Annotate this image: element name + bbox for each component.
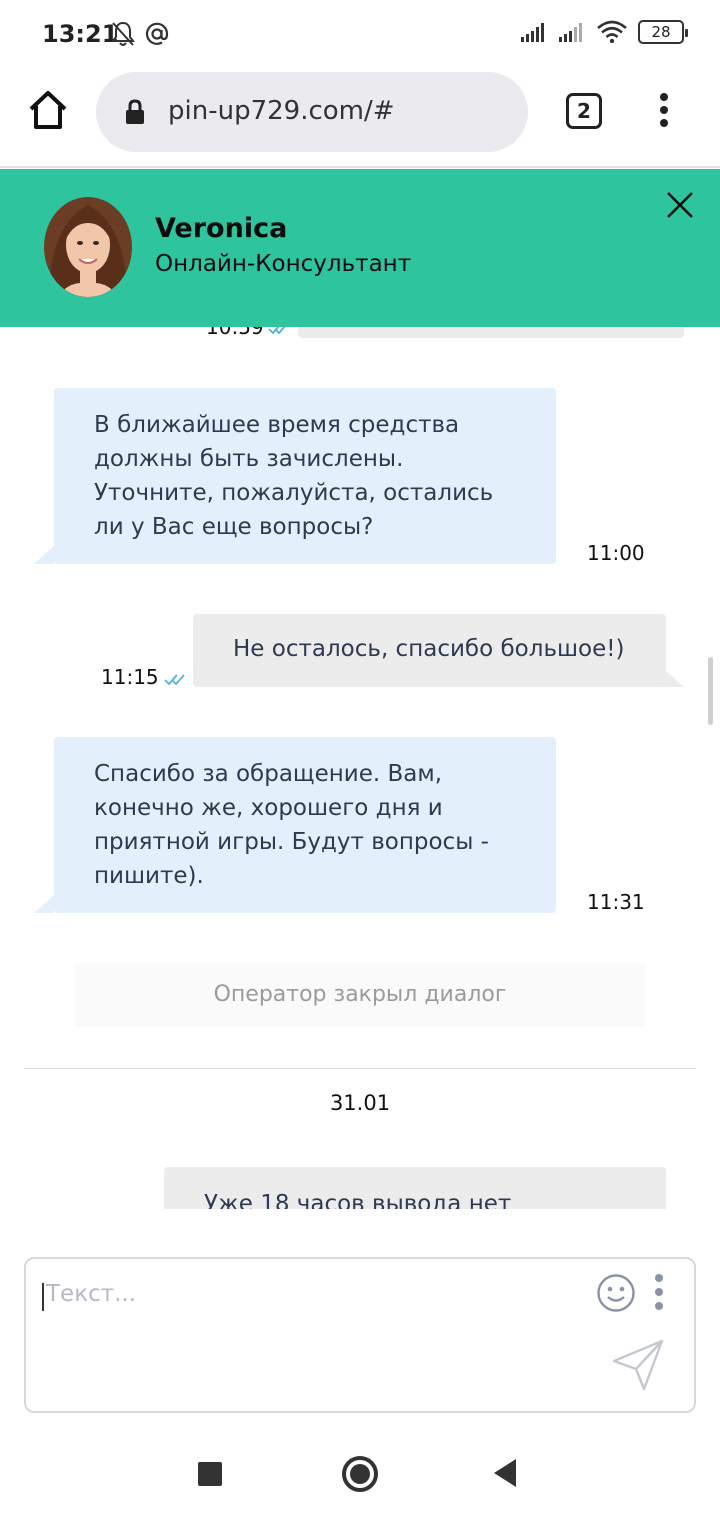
menu-dot <box>660 119 668 127</box>
browser-toolbar: pin-up729.com/# 2 <box>0 70 720 168</box>
message-input[interactable]: Текст... <box>24 1257 696 1413</box>
input-placeholder: Текст... <box>46 1281 137 1307</box>
status-notification-icons <box>110 20 170 48</box>
close-icon[interactable] <box>666 191 694 219</box>
menu-dot <box>660 106 668 114</box>
bubble-tail <box>34 546 54 564</box>
divider <box>24 1068 696 1069</box>
at-sign-icon <box>145 22 169 45</box>
recents-button[interactable] <box>198 1462 222 1486</box>
message-incoming: Спасибо за обращение. Вам, конечно же, х… <box>54 737 556 913</box>
tab-switcher-button[interactable]: 2 <box>566 93 602 129</box>
menu-dot <box>655 1288 663 1296</box>
message-incoming: В ближайшее время средства должны быть з… <box>54 388 556 564</box>
agent-role: Онлайн-Консультант <box>155 251 412 277</box>
address-bar[interactable]: pin-up729.com/# <box>96 72 528 152</box>
status-bar: 13:21 28 <box>0 0 720 70</box>
chat-header: Veronica Онлайн-Консультант <box>0 169 720 327</box>
send-icon[interactable] <box>610 1337 666 1393</box>
message-list[interactable]: 10:59 В ближайшее время средства должны … <box>0 327 720 1209</box>
message-time: 11:31 <box>587 890 645 914</box>
url-text: pin-up729.com/# <box>168 96 395 126</box>
more-options-button[interactable] <box>652 1271 666 1317</box>
date-separator: 31.01 <box>329 1091 391 1115</box>
message-outgoing: Уже 18 часов вывода нет <box>164 1167 666 1209</box>
read-check-icon <box>164 674 185 686</box>
wifi-icon <box>597 20 627 44</box>
signal-icon-2 <box>559 23 582 42</box>
lock-icon <box>126 99 144 124</box>
status-time: 13:21 <box>42 20 119 48</box>
agent-name: Veronica <box>155 213 288 244</box>
emoji-icon[interactable] <box>596 1273 636 1313</box>
browser-menu-button[interactable] <box>650 90 678 134</box>
signal-icon <box>521 23 544 42</box>
message-outgoing: Не осталось, спасибо большое!) <box>193 614 666 687</box>
battery-indicator: 28 <box>638 20 688 44</box>
menu-dot <box>655 1274 663 1282</box>
bell-muted-icon <box>111 21 135 46</box>
message-outgoing <box>298 327 684 338</box>
avatar <box>44 197 132 297</box>
message-time: 11:15 <box>101 665 159 689</box>
menu-dot <box>660 93 668 101</box>
system-message: Оператор закрыл диалог <box>74 963 646 1027</box>
home-icon[interactable] <box>26 88 70 132</box>
menu-dot <box>655 1302 663 1310</box>
status-right-icons: 28 <box>520 20 688 44</box>
home-nav-button[interactable] <box>342 1456 378 1492</box>
message-time: 11:00 <box>587 541 645 565</box>
system-nav-bar <box>0 1426 720 1520</box>
bubble-tail <box>664 669 684 687</box>
back-button[interactable] <box>494 1459 516 1487</box>
message-time: 10:59 <box>206 327 264 339</box>
scrollbar[interactable] <box>708 657 713 725</box>
bubble-tail <box>34 895 54 913</box>
text-cursor <box>42 1283 44 1311</box>
read-check-icon <box>268 327 286 335</box>
